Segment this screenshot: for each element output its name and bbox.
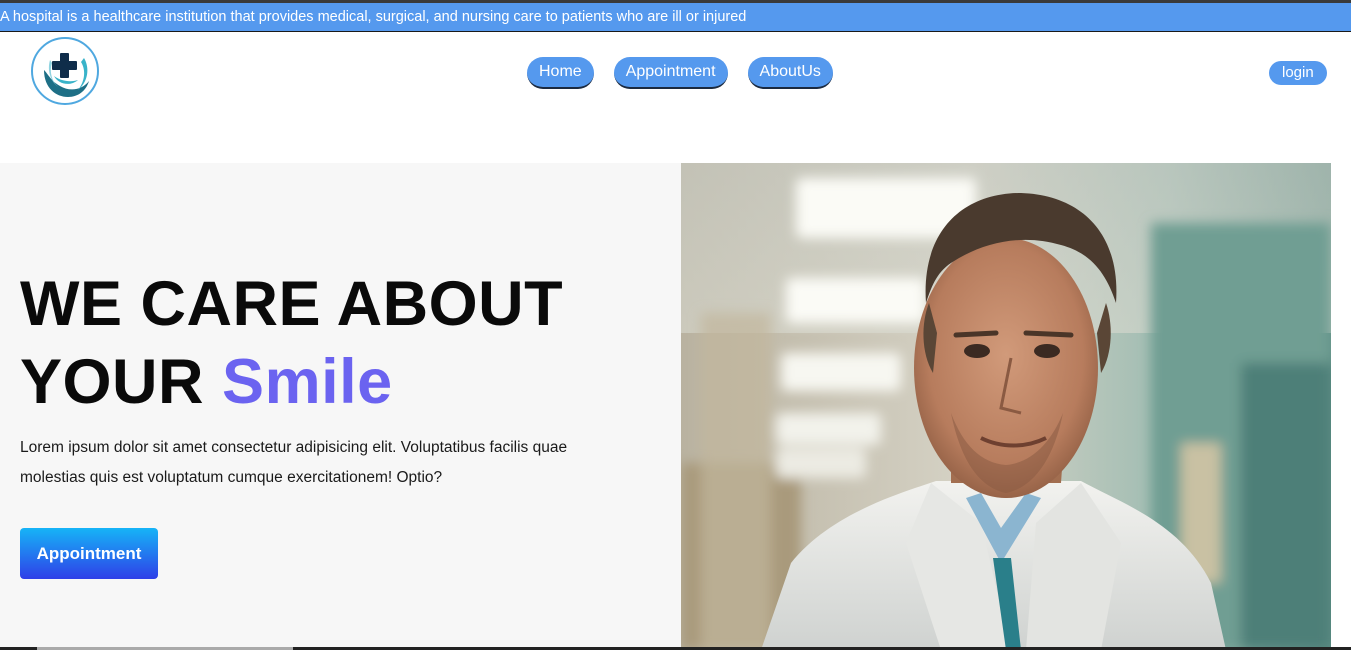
nav-aboutus-button[interactable]: AboutUs — [747, 57, 833, 89]
navbar: Home Appointment AboutUs login — [0, 33, 1351, 163]
hero-text-panel: WE CARE ABOUT YOUR Smile Lorem ipsum dol… — [0, 163, 681, 650]
doctor-portrait-image — [681, 163, 1331, 650]
login-button[interactable]: login — [1269, 61, 1327, 85]
nav-appointment-button[interactable]: Appointment — [613, 57, 728, 89]
headline-accent: Smile — [222, 347, 393, 417]
hero-lead-text: Lorem ipsum dolor sit amet consectetur a… — [20, 439, 568, 486]
headline-line-1: WE CARE ABOUT — [20, 269, 564, 339]
medical-cross-hands-icon[interactable] — [30, 36, 100, 106]
appointment-cta-button[interactable]: Appointment — [20, 528, 158, 579]
hero-headline: WE CARE ABOUT YOUR Smile — [20, 265, 563, 421]
hero-section: WE CARE ABOUT YOUR Smile Lorem ipsum dol… — [0, 163, 1351, 650]
nav-home-button[interactable]: Home — [527, 57, 594, 89]
announcement-bar: A hospital is a healthcare institution t… — [0, 3, 1351, 32]
announcement-text: A hospital is a healthcare institution t… — [0, 9, 747, 25]
main-nav: Home Appointment AboutUs — [527, 57, 833, 89]
headline-word: YOUR — [20, 347, 205, 417]
